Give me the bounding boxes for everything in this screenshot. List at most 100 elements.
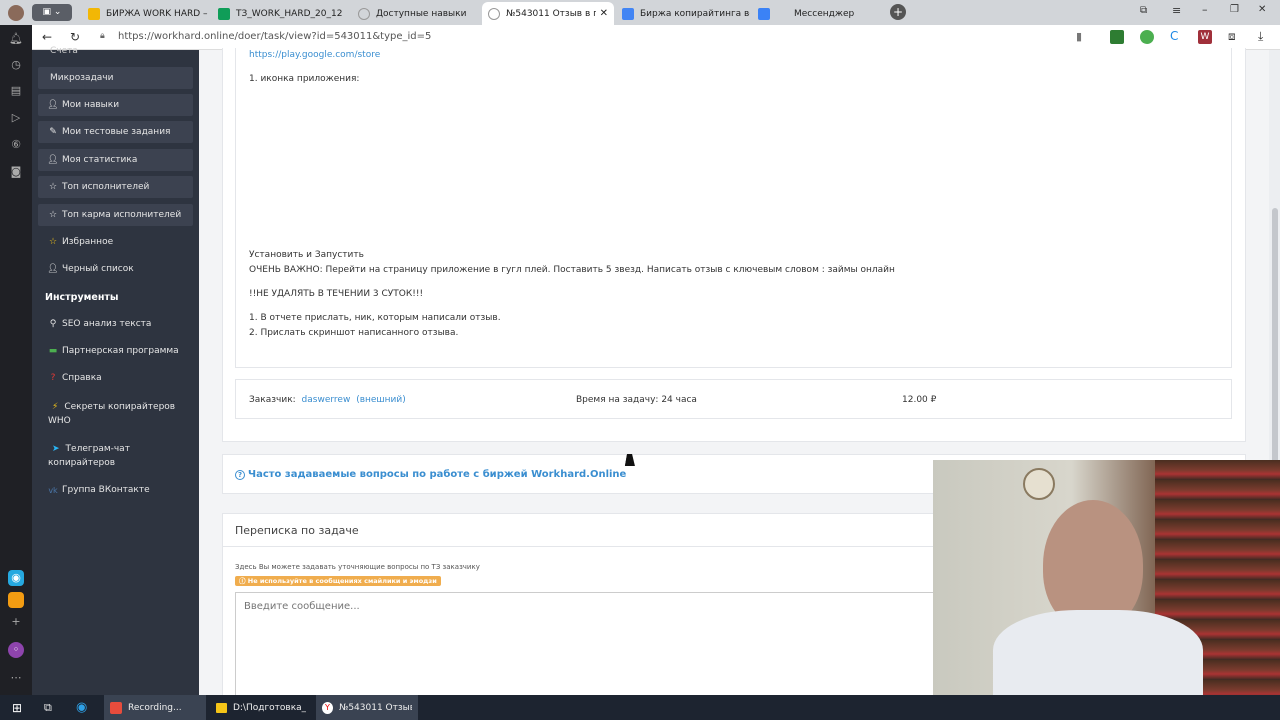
user-icon: 👤︎ <box>47 100 59 110</box>
browser-side-panel: 🔔︎ ◷ ▤ ▷ ⑥ ◙ ◉ + ◦ ⋯ <box>0 25 32 695</box>
tab-messenger[interactable]: Мессенджер <box>752 2 880 25</box>
sidebar-item-karma[interactable]: ☆ Топ карма исполнителей <box>38 204 193 226</box>
url-field[interactable]: https://workhard.online/doer/task/view?i… <box>118 31 431 42</box>
yandex-icon: Y <box>322 701 333 714</box>
sheets-icon <box>218 7 230 20</box>
extension-icon[interactable]: C <box>1170 29 1178 43</box>
task-view-icon[interactable]: ⧉ <box>38 695 58 720</box>
money-icon: ▬ <box>48 346 58 356</box>
video-icon[interactable]: ▷ <box>8 110 24 126</box>
extension-icon[interactable] <box>1110 30 1124 44</box>
sidebar-item-telegram[interactable]: ➤ Телеграм-чат копирайтеров <box>48 442 188 470</box>
lightning-icon: ⚡︎ <box>52 402 59 412</box>
search-icon: ⚲ <box>49 319 57 329</box>
start-button[interactable]: ⊞ <box>6 695 28 720</box>
more-icon[interactable]: ⋯ <box>8 670 24 686</box>
collections-icon[interactable]: ⧉ <box>1140 5 1147 16</box>
sidebar-item-help[interactable]: ? Справка <box>38 367 193 389</box>
download-icon[interactable]: ⤓ <box>1258 29 1263 44</box>
sidebar-item-seo[interactable]: ⚲ SEO анализ текста <box>38 313 193 335</box>
sidebar-item-accounts[interactable]: Счета <box>50 46 78 56</box>
counter-icon[interactable]: ⑥ <box>8 137 24 153</box>
menu-icon[interactable]: ≡ <box>1172 4 1181 17</box>
taskbar-folder[interactable]: D:\Подготовка_к_п... <box>210 695 312 720</box>
close-window-icon[interactable]: ✕ <box>1258 4 1266 15</box>
history-icon[interactable]: ◷ <box>8 57 24 73</box>
clock-image <box>1023 468 1055 500</box>
sidebar-item-secrets[interactable]: ⚡︎ Секреты копирайтеров WHO <box>48 400 188 428</box>
sidebar-item-top[interactable]: ☆ Топ исполнителей <box>38 176 193 198</box>
nodelete-text: !!НЕ УДАЛЯТЬ В ТЕЧЕНИИ 3 СУТОК!!! <box>249 289 424 299</box>
bell-icon[interactable]: 🔔︎ <box>8 31 24 47</box>
minimize-icon[interactable]: – <box>1202 3 1208 16</box>
docs-icon <box>622 7 634 20</box>
os-taskbar: ⊞ ⧉ ◉ Recording... D:\Подготовка_к_п... … <box>0 695 1280 720</box>
client-link[interactable]: daswerrew <box>302 395 351 405</box>
question-icon: ? <box>235 470 245 480</box>
taskbar-recording[interactable]: Recording... <box>104 695 206 720</box>
user-icon: 👤︎ <box>47 155 59 165</box>
time-limit: Время на задачу: 24 часа <box>576 395 697 405</box>
docs-icon <box>88 7 100 20</box>
messenger-icon <box>758 7 770 20</box>
tab-skills[interactable]: Доступные навыки <box>352 2 480 25</box>
sidebar-item-favorites[interactable]: ☆ Избранное <box>38 231 193 253</box>
app-icon-image <box>249 92 399 242</box>
task-description-card: https://play.google.com/store 1. иконка … <box>235 48 1232 368</box>
browser-menu-button[interactable]: ▣ ⌄ <box>32 4 72 21</box>
photo-icon[interactable]: ◙ <box>8 164 24 180</box>
site-sidebar: Счета Микрозадачи 👤︎ Мои навыки ✎ Мои тест… <box>32 46 199 695</box>
external-label: (внешний) <box>356 395 406 405</box>
folder-icon <box>216 702 227 713</box>
chat-hint: Здесь Вы можете задавать уточняющие вопр… <box>235 563 480 571</box>
install-text: Установить и Запустить <box>249 250 364 260</box>
new-tab-icon[interactable]: + <box>890 4 906 20</box>
extension-icon[interactable]: ⧈ <box>1228 29 1236 44</box>
tab-birzha[interactable]: БИРЖА WORK HARD – Go <box>82 2 210 25</box>
reload-icon[interactable]: ↻ <box>70 30 80 44</box>
chat-title: Переписка по задаче <box>235 524 359 537</box>
tab-copywriting[interactable]: Биржа копирайтинга вор <box>616 2 750 25</box>
sidebar-item-partner[interactable]: ▬ Партнерская программа <box>38 340 193 362</box>
webcam-overlay <box>933 460 1280 695</box>
browser-tab-bar: ▣ ⌄ БИРЖА WORK HARD – Go ТЗ_WORK_HARD_20… <box>0 0 1280 25</box>
add-panel-icon[interactable]: + <box>8 614 24 630</box>
address-bar: ← ↻ 🔒︎ https://workhard.online/doer/task… <box>32 25 1280 50</box>
extension-icon[interactable] <box>1140 30 1154 44</box>
person-shirt-image <box>993 610 1203 695</box>
loading-icon <box>488 7 500 20</box>
edge-icon[interactable]: ◉ <box>70 695 93 720</box>
tab-close-icon[interactable]: ✕ <box>600 8 608 19</box>
sidebar-item-tests[interactable]: ✎ Мои тестовые задания <box>38 121 193 143</box>
help-icon: ? <box>50 373 56 383</box>
emoji-warning-badge: ⓘ Не используйте в сообщениях смайлики и… <box>235 576 441 586</box>
tab-tz[interactable]: ТЗ_WORK_HARD_20_12_2 <box>212 2 342 25</box>
important-text: ОЧЕНЬ ВАЖНО: Перейти на страницу приложе… <box>249 265 895 275</box>
taskbar-browser[interactable]: Y№543011 Отзыв в г... <box>316 695 418 720</box>
alice-icon[interactable]: ◉ <box>8 570 24 586</box>
extension-icon[interactable]: W <box>1198 30 1212 44</box>
sidebar-header-micro[interactable]: Микрозадачи <box>38 67 193 89</box>
icon-heading: 1. иконка приложения: <box>249 74 360 84</box>
store-link[interactable]: https://play.google.com/store <box>249 50 380 60</box>
sidebar-item-stats[interactable]: 👤︎ Моя статистика <box>38 149 193 171</box>
tab-task-active[interactable]: №543011 Отзыв в гугл✕ <box>482 2 614 25</box>
task-price: 12.00 ₽ <box>902 395 937 405</box>
info-icon: ⓘ <box>239 577 248 585</box>
maximize-icon[interactable]: ❐ <box>1230 4 1239 15</box>
app-orange-icon[interactable] <box>8 592 24 608</box>
sidebar-item-skills[interactable]: 👤︎ Мои навыки <box>38 94 193 116</box>
vk-icon: vk <box>48 485 58 495</box>
browser-logo-icon[interactable] <box>8 5 24 21</box>
assistant-icon[interactable]: ◦ <box>8 642 24 658</box>
telegram-icon: ➤ <box>52 444 60 454</box>
bookmark-icon[interactable]: ▮ <box>1076 30 1082 43</box>
faq-link[interactable]: ? Часто задаваемые вопросы по работе с би… <box>235 469 626 480</box>
sidebar-item-blacklist[interactable]: 👤︎ Черный список <box>38 258 193 280</box>
news-icon[interactable]: ▤ <box>8 83 24 99</box>
pencil-icon: ✎ <box>49 127 57 137</box>
sidebar-item-vk[interactable]: vk Группа ВКонтакте <box>38 479 193 501</box>
user-icon: 👤︎ <box>47 264 59 274</box>
lock-icon: 🔒︎ <box>100 31 105 41</box>
back-icon[interactable]: ← <box>42 30 52 44</box>
